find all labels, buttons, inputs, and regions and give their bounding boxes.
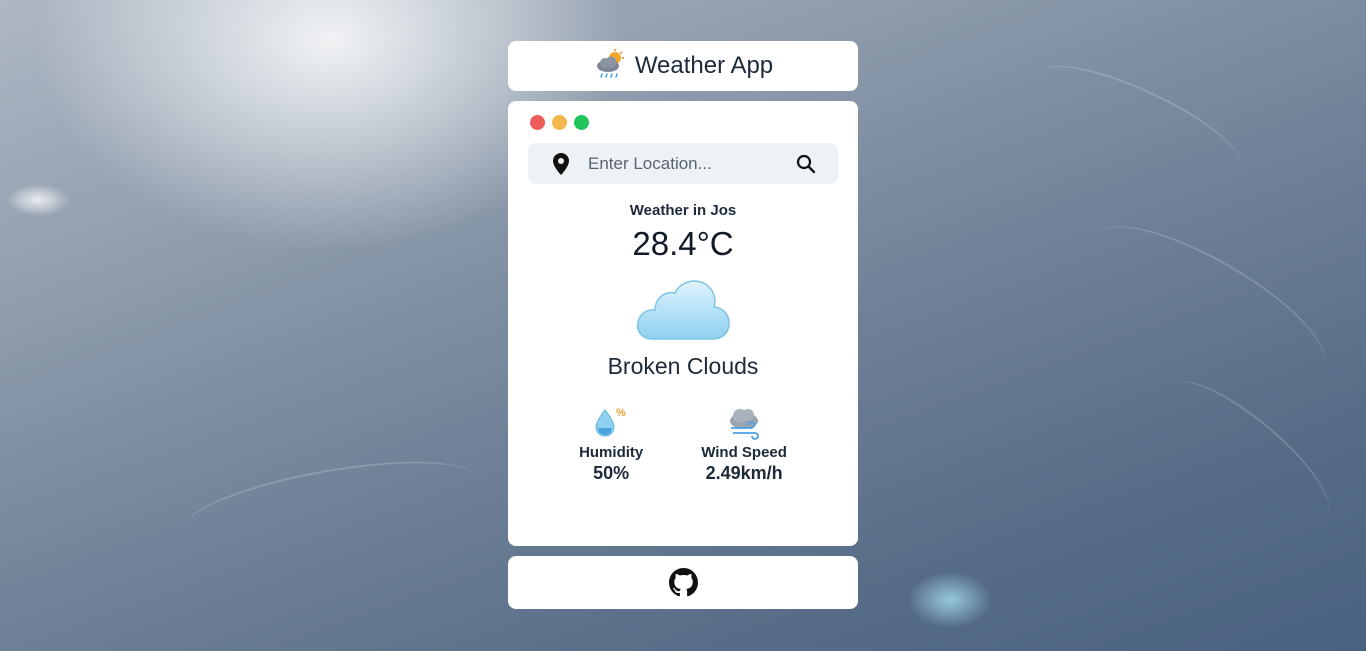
sky-streak [1077,200,1343,400]
weather-description: Broken Clouds [607,353,759,379]
weather-stats: % Humidity 50% Wind Speed 2.49km/h [528,404,838,484]
svg-text:%: % [616,407,626,419]
cloud-icon [635,275,731,343]
wind-value: 2.49km/h [705,463,783,483]
wind-label: Wind Speed [701,444,787,461]
sky-streak [1154,362,1346,538]
temperature: 28.4°C [632,225,734,262]
minimize-dot[interactable] [552,115,567,130]
wind-stat: Wind Speed 2.49km/h [701,404,787,484]
wind-cloud-icon [725,404,763,440]
app-footer [508,556,858,609]
weather-card: Weather in Jos 28.4°C Broken Clouds [508,101,858,546]
search-icon [796,154,816,174]
weather-app: Weather App Enter Location... Weather in… [508,41,858,609]
location-input[interactable] [588,153,778,174]
humidity-stat: % Humidity 50% [579,404,643,484]
humidity-label: Humidity [579,444,644,461]
close-dot[interactable] [530,115,545,130]
sky-streak [176,444,484,566]
app-header: Weather App [508,41,858,91]
humidity-value: 50% [593,463,630,483]
maximize-dot[interactable] [574,115,589,130]
humidity-drop-icon: % [592,404,630,440]
github-icon [668,568,698,597]
weather-location-title: Weather in Jos [629,202,737,219]
github-link[interactable] [668,568,698,597]
map-pin-icon [552,152,570,175]
window-controls [530,115,838,130]
app-title: Weather App [634,52,774,79]
sky-streak [1027,46,1253,194]
search-button[interactable] [796,154,816,174]
cloud-sun-rain-icon [593,47,627,86]
search-bar [528,143,838,184]
